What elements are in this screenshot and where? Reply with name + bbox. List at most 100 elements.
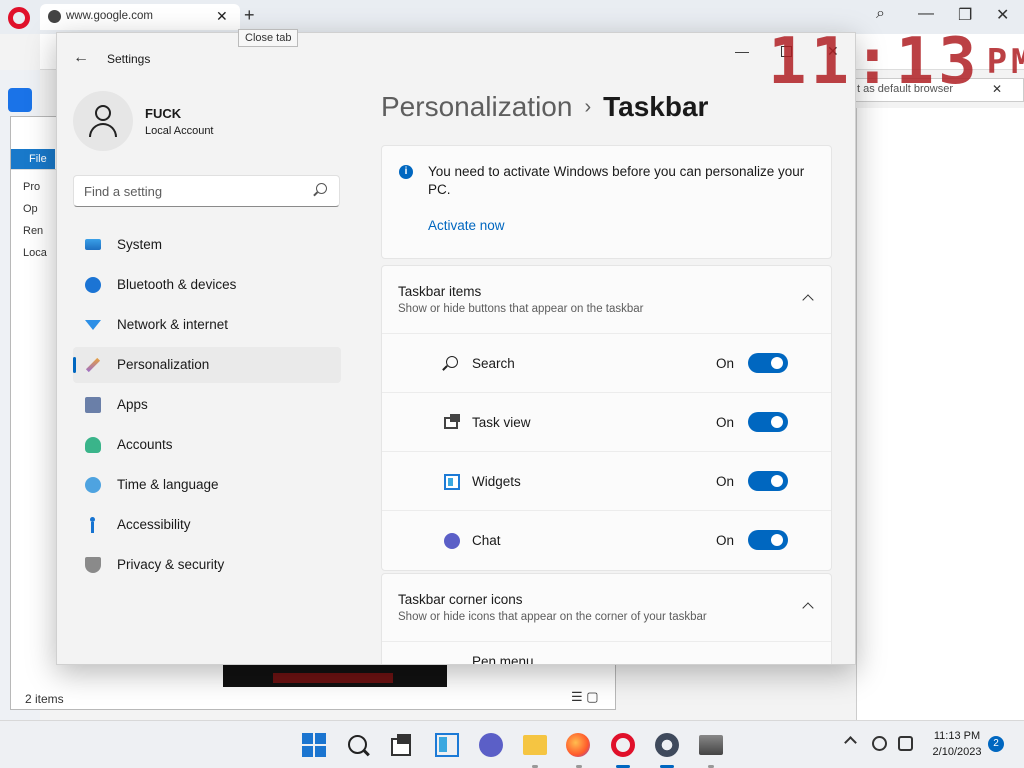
browser-tab[interactable]: www.google.com [40,4,240,30]
tab-close-icon[interactable]: ✕ [216,8,228,25]
chevron-up-icon[interactable] [802,294,814,306]
home-icon[interactable] [8,88,32,112]
taskbar-items-header[interactable]: Taskbar items Show or hide buttons that … [382,266,831,334]
toggle-state: On [716,356,735,371]
settings-search-input[interactable] [74,176,294,206]
video-thumbnail [223,665,447,687]
volume-muted-icon[interactable] [898,736,913,751]
widgets-icon[interactable] [435,733,459,757]
browser-page-content [856,108,1024,720]
apps-icon [85,397,101,413]
start-icon[interactable] [302,733,326,757]
ribbon-item-open[interactable]: Op [23,203,38,215]
new-tab-icon[interactable]: + [244,5,255,26]
nav-item-time-language[interactable]: Time & language [73,467,341,503]
person-icon [85,437,101,453]
digital-clock-overlay: 11:13 PM [768,25,1024,99]
file-explorer-icon[interactable] [523,735,547,755]
app-icon[interactable] [699,735,723,755]
task-view-toggle[interactable] [748,412,788,432]
search-toggle[interactable] [748,353,788,373]
chat-toggle[interactable] [748,530,788,550]
browser-restore-icon[interactable]: ❐ [958,5,972,25]
nav-item-label: Accounts [117,437,173,452]
setting-row-chat: Chat On [382,511,831,570]
globe-clock-icon [85,477,101,493]
user-body-icon [89,123,117,137]
task-view-icon[interactable] [389,733,413,757]
nav-item-label: Personalization [117,357,210,372]
nav-item-bluetooth-devices[interactable]: Bluetooth & devices [73,267,341,303]
minimize-icon[interactable]: — [735,43,749,59]
globe-icon [48,10,61,23]
digital-clock-digits: 11:13 [768,25,981,99]
firefox-icon[interactable] [566,733,590,757]
browser-search-icon[interactable]: ⌕ [876,5,885,23]
nav-item-label: Accessibility [117,517,191,532]
chat-icon[interactable] [479,733,503,757]
widgets-toggle[interactable] [748,471,788,491]
chevron-up-icon[interactable] [802,602,814,614]
nav-item-label: Bluetooth & devices [117,277,237,292]
taskbar-corner-icons-header[interactable]: Taskbar corner icons Show or hide icons … [382,574,831,642]
taskbar-clock[interactable]: 11:13 PM 2/10/2023 [928,728,986,760]
settings-window: ← Settings — ✕ FUCK Local Account System… [56,32,856,665]
clock-date: 2/10/2023 [932,746,982,758]
task-view-icon [444,414,460,429]
ribbon-item-properties[interactable]: Pro [23,181,40,193]
breadcrumb-parent[interactable]: Personalization [381,91,572,122]
info-icon: i [399,165,413,179]
setting-label: Search [472,356,515,371]
nav-item-accounts[interactable]: Accounts [73,427,341,463]
digital-clock-suffix: PM [986,42,1024,82]
browser-close-icon[interactable]: ✕ [996,5,1009,25]
bluetooth-icon [85,277,101,293]
setting-row-widgets: Widgets On [382,452,831,511]
nav-item-label: Time & language [117,477,219,492]
settings-icon[interactable] [655,733,679,757]
nav-item-apps[interactable]: Apps [73,387,341,423]
group-title: Taskbar corner icons [398,592,523,607]
nav-item-network-internet[interactable]: Network & internet [73,307,341,343]
toggle-state: On [716,474,735,489]
setting-label: Chat [472,533,501,548]
search-icon[interactable] [346,733,370,757]
nav-item-accessibility[interactable]: Accessibility [73,507,341,543]
taskbar-items-group: Taskbar items Show or hide buttons that … [381,265,832,571]
ribbon-group-label: Loca [23,247,47,259]
close-tab-tooltip: Close tab [238,29,299,47]
settings-content: Personalization › Taskbar i You need to ac… [381,81,855,665]
account-type: Local Account [145,125,214,137]
network-globe-icon[interactable] [872,736,887,751]
settings-titlebar: ← Settings — ✕ [57,33,855,81]
activate-now-link[interactable]: Activate now [428,218,505,233]
ribbon-item-rename[interactable]: Ren [23,225,43,237]
accessibility-icon [85,517,101,533]
setting-label: Task view [472,415,531,430]
widgets-icon [444,474,460,490]
taskbar-corner-icons-group: Taskbar corner icons Show or hide icons … [381,573,832,665]
search-icon [446,356,458,368]
settings-search-box[interactable] [73,175,340,207]
nav-item-privacy-security[interactable]: Privacy & security [73,547,341,583]
user-name: FUCK [145,106,182,121]
setting-label: Pen menu [472,654,534,665]
search-icon[interactable] [316,183,327,194]
breadcrumb-separator: › [584,96,592,118]
setting-row-pen-menu: Pen menu [382,642,831,665]
browser-minimize-icon[interactable]: — [918,5,934,23]
file-tab[interactable]: File [11,149,55,169]
setting-row-search: Search On [382,334,831,393]
chat-icon [444,533,460,549]
nav-item-label: System [117,237,163,252]
nav-item-personalization[interactable]: Personalization [73,347,341,383]
back-arrow-icon[interactable]: ← [73,49,89,67]
breadcrumb: Personalization › Taskbar [381,91,708,123]
view-toggle-icons[interactable]: ☰ ▢ [571,689,599,705]
wifi-icon [85,320,101,330]
opera-logo-icon[interactable] [8,7,30,29]
opera-icon[interactable] [611,733,635,757]
nav-item-system[interactable]: System [73,227,341,263]
notification-badge[interactable]: 2 [988,736,1004,752]
activation-message: You need to activate Windows before you … [428,164,805,197]
